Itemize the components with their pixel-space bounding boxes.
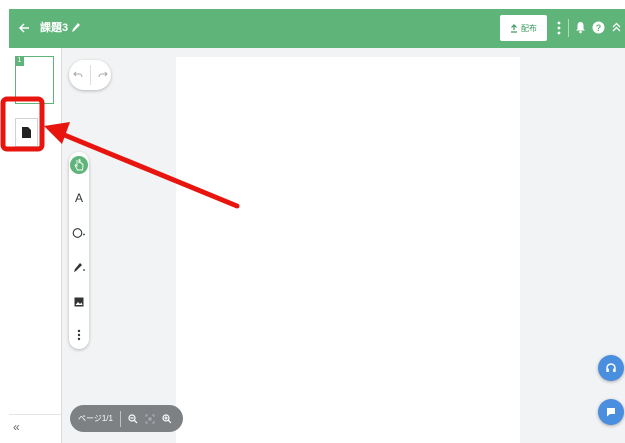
header-bar: 課題3 配布 ?	[9, 9, 625, 48]
page-sidebar: 1 «	[9, 48, 62, 443]
support-button[interactable]	[598, 355, 624, 381]
undo-icon[interactable]	[72, 71, 83, 79]
drawing-canvas[interactable]	[176, 57, 520, 443]
image-icon	[74, 297, 84, 307]
chat-icon	[607, 408, 615, 417]
page-thumbnail-number: 1	[15, 56, 24, 66]
pointer-icon	[74, 159, 84, 171]
app-window: 課題3 配布 ? 1 « A ページ1/1	[9, 9, 625, 443]
header-divider	[568, 19, 569, 37]
zoom-out-icon[interactable]	[128, 413, 138, 424]
collapse-sidebar-button[interactable]: «	[13, 420, 20, 434]
page-control-divider	[119, 410, 121, 427]
sidebar-divider	[9, 414, 61, 415]
headset-icon	[606, 363, 616, 372]
tool-more[interactable]	[69, 325, 89, 345]
bell-icon[interactable]	[575, 21, 586, 34]
drawing-toolbar: A	[69, 152, 89, 349]
page-control: ページ1/1	[70, 405, 183, 432]
more-vert-icon[interactable]	[557, 21, 561, 35]
tool-pointer[interactable]	[69, 155, 89, 175]
upload-icon	[511, 23, 517, 33]
pen-icon	[74, 263, 85, 272]
tool-shape[interactable]	[69, 223, 89, 243]
document-icon	[22, 127, 31, 138]
zoom-in-icon[interactable]	[162, 413, 172, 424]
page-thumbnail[interactable]: 1	[15, 56, 54, 104]
double-chevron-up-icon[interactable]	[612, 21, 621, 33]
assignment-title: 課題3	[40, 22, 69, 34]
shape-icon	[72, 228, 85, 238]
page-indicator: ページ1/1	[78, 414, 113, 423]
svg-text:?: ?	[596, 23, 602, 33]
arrow-left-icon[interactable]	[18, 22, 30, 34]
more-icon	[77, 329, 81, 341]
undo-redo-group	[69, 60, 111, 90]
redo-icon[interactable]	[97, 71, 108, 79]
undo-redo-divider	[89, 65, 91, 85]
tool-image[interactable]	[69, 292, 89, 312]
text-icon: A	[74, 191, 83, 205]
pencil-icon[interactable]	[70, 21, 81, 33]
tool-text[interactable]: A	[69, 188, 89, 208]
add-document-button[interactable]	[15, 118, 38, 147]
publish-button[interactable]: 配布	[500, 15, 547, 41]
publish-label: 配布	[521, 23, 537, 33]
fit-screen-icon[interactable]	[145, 413, 155, 424]
tool-pen[interactable]	[69, 257, 89, 277]
chat-button[interactable]	[598, 399, 624, 425]
help-circle-icon[interactable]: ?	[592, 21, 605, 34]
